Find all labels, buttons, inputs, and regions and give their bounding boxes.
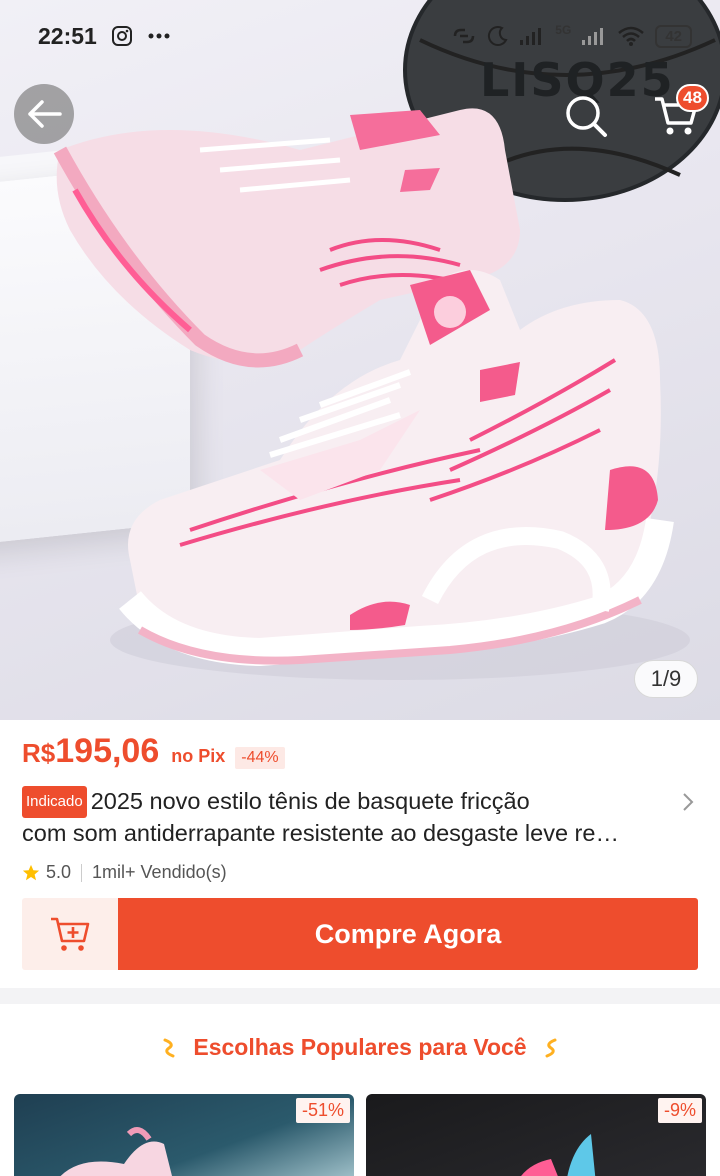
popular-heading-text: Escolhas Populares para Você: [193, 1034, 527, 1060]
title-text-2: com som antiderrapante resistente ao des…: [22, 820, 619, 846]
title-line-2: com som antiderrapante resistente ao des…: [22, 818, 662, 848]
cart-plus-icon: [51, 917, 90, 951]
network-type: 5G: [555, 23, 572, 37]
price-note: no Pix: [171, 746, 226, 766]
price-currency: R$: [22, 738, 56, 768]
status-time: 22:51: [38, 22, 97, 49]
battery-indicator: 42: [655, 24, 692, 48]
swirl-right-icon: [545, 1038, 557, 1057]
status-left: 22:51: [38, 23, 171, 50]
price-row: R$195,06 no Pix -44%: [22, 732, 285, 771]
signal-2-icon: [582, 28, 604, 45]
card-discount-badge: -51%: [295, 1098, 350, 1123]
product-image-gallery[interactable]: LISQ25 22:51 5G 42 48 1/9: [0, 0, 720, 720]
product-thumbnail: [521, 1134, 596, 1176]
popular-product-card[interactable]: -9%: [366, 1094, 706, 1176]
product-info: R$195,06 no Pix -44% Indicado 2025 novo e…: [0, 720, 720, 988]
swirl-left-icon: [163, 1038, 175, 1057]
rating-row: 5.0 1mil+ Vendido(s): [22, 862, 227, 883]
status-right: 5G 42: [451, 23, 692, 48]
search-button[interactable]: [556, 86, 616, 146]
cart-count-badge: 48: [676, 84, 709, 112]
link-icon: [454, 28, 475, 44]
add-to-cart-button[interactable]: [22, 898, 118, 970]
card-discount-badge: -9%: [657, 1098, 702, 1123]
title-text-1: 2025 novo estilo tênis de basquete fricç…: [90, 788, 530, 814]
popular-section: Escolhas Populares para Você -51% -9%: [0, 1004, 720, 1176]
sold-count: 1mil+ Vendido(s): [92, 862, 227, 882]
arrow-left-icon: [28, 100, 62, 128]
recommended-tag: Indicado: [22, 786, 87, 818]
price-value: 195,06: [55, 732, 160, 770]
price: R$195,06: [22, 732, 159, 771]
product-page: LISQ25 22:51 5G 42 48 1/9 R$195,06 no Pi…: [0, 0, 720, 1176]
back-button[interactable]: [14, 84, 74, 144]
signal-icon: [520, 28, 542, 45]
image-counter: 1/9: [634, 660, 698, 698]
moon-icon: [488, 26, 508, 47]
divider: [81, 863, 83, 882]
instagram-icon: [111, 26, 132, 46]
chevron-right-icon[interactable]: [678, 792, 698, 812]
product-title[interactable]: Indicado 2025 novo estilo tênis de basque…: [22, 786, 662, 848]
action-row: Compre Agora: [22, 898, 698, 970]
rating-value: 5.0: [46, 862, 72, 882]
status-bar: 22:51 5G 42: [0, 0, 720, 72]
search-icon: [566, 96, 607, 137]
star-icon: [22, 864, 40, 880]
popular-heading: Escolhas Populares para Você: [0, 1034, 720, 1061]
title-line-1: Indicado 2025 novo estilo tênis de basque…: [22, 786, 662, 818]
buy-now-button[interactable]: Compre Agora: [118, 898, 698, 970]
discount-badge: -44%: [235, 747, 285, 769]
popular-product-card[interactable]: -51%: [14, 1094, 354, 1176]
wifi-icon: [618, 26, 645, 46]
more-dots-icon: [148, 33, 170, 39]
